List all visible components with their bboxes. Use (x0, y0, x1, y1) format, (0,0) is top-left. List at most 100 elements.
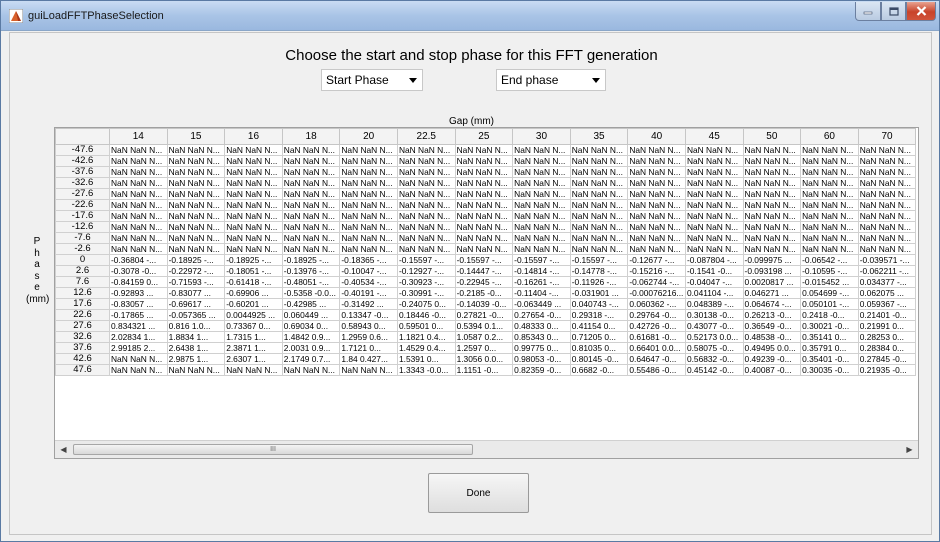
table-cell[interactable]: 2.02834 1... (109, 331, 168, 343)
table-cell[interactable]: 1.3343 -0.0... (396, 364, 456, 376)
table-cell[interactable]: -0.099975 ... (742, 254, 802, 266)
table-cell[interactable]: NaN NaN N... (569, 166, 629, 178)
table-cell[interactable]: NaN NaN N... (627, 232, 686, 244)
table-cell[interactable]: NaN NaN N... (396, 177, 456, 189)
table-cell[interactable]: -0.31492 ... (339, 298, 398, 310)
table-cell[interactable]: 0.58075 -0... (684, 342, 744, 354)
table-cell[interactable]: NaN NaN N... (684, 232, 744, 244)
table-cell[interactable]: NaN NaN N... (339, 155, 398, 167)
table-cell[interactable]: -0.3078 -0... (109, 265, 168, 277)
table-cell[interactable]: NaN NaN N... (569, 188, 629, 200)
minimize-button[interactable] (855, 2, 881, 21)
table-cell[interactable]: NaN NaN N... (396, 188, 456, 200)
horizontal-scrollbar[interactable]: ◀ III ▶ (55, 440, 918, 458)
table-cell[interactable]: NaN NaN N... (512, 177, 571, 189)
table-cell[interactable]: NaN NaN N... (339, 221, 398, 233)
table-cell[interactable]: -0.15216 -... (627, 265, 686, 277)
table-cell[interactable]: NaN NaN N... (800, 166, 859, 178)
table-cell[interactable]: 0.99775 0... (512, 342, 571, 354)
table-cell[interactable]: 0.35141 0... (800, 331, 859, 343)
table-cell[interactable]: 0.30035 -0... (800, 364, 859, 376)
table-cell[interactable]: NaN NaN N... (281, 199, 341, 211)
row-header-phase[interactable]: -22.6 (55, 199, 110, 211)
table-cell[interactable]: NaN NaN N... (512, 221, 571, 233)
table-cell[interactable]: NaN NaN N... (109, 243, 168, 255)
table-cell[interactable]: -0.18925 -... (166, 254, 226, 266)
table-cell[interactable]: NaN NaN N... (684, 221, 744, 233)
table-cell[interactable]: NaN NaN N... (109, 364, 168, 376)
table-cell[interactable]: -0.1541 -0... (684, 265, 744, 277)
table-cell[interactable]: 1.8834 1... (166, 331, 226, 343)
table-cell[interactable]: NaN NaN N... (800, 144, 859, 156)
table-cell[interactable]: NaN NaN N... (454, 210, 514, 222)
table-cell[interactable]: -0.10595 -... (800, 265, 859, 277)
table-cell[interactable]: 0.041104 -... (684, 287, 744, 299)
table-cell[interactable]: -0.22945 -... (454, 276, 514, 288)
maximize-button[interactable] (881, 2, 906, 21)
table-cell[interactable]: 0.55486 -0... (627, 364, 686, 376)
table-cell[interactable]: NaN NaN N... (339, 364, 398, 376)
table-cell[interactable]: 0.41154 0... (569, 320, 629, 332)
row-header-phase[interactable]: 0 (55, 254, 110, 266)
table-cell[interactable]: NaN NaN N... (742, 144, 802, 156)
table-cell[interactable]: NaN NaN N... (109, 144, 168, 156)
table-cell[interactable]: NaN NaN N... (109, 353, 168, 365)
table-cell[interactable]: NaN NaN N... (512, 144, 571, 156)
table-cell[interactable]: 0.5394 0.1... (454, 320, 514, 332)
table-cell[interactable]: -0.18925 -... (224, 254, 283, 266)
table-cell[interactable]: NaN NaN N... (281, 155, 341, 167)
table-cell[interactable]: 0.18446 -0... (396, 309, 456, 321)
table-cell[interactable]: NaN NaN N... (166, 144, 226, 156)
table-cell[interactable]: 0.45142 -0... (684, 364, 744, 376)
table-cell[interactable]: NaN NaN N... (569, 232, 629, 244)
table-cell[interactable]: 0.43077 -0... (684, 320, 744, 332)
table-cell[interactable]: 1.2959 0.6... (339, 331, 398, 343)
table-cell[interactable]: 0.42726 -0... (627, 320, 686, 332)
table-cell[interactable]: -0.062211 -... (857, 265, 917, 277)
table-cell[interactable]: -0.14814 -... (512, 265, 571, 277)
table-cell[interactable]: -0.16261 -... (512, 276, 571, 288)
title-bar[interactable]: guiLoadFFTPhaseSelection (1, 1, 939, 31)
table-cell[interactable]: -0.69617 ... (166, 298, 226, 310)
table-cell[interactable]: NaN NaN N... (224, 232, 283, 244)
table-cell[interactable]: NaN NaN N... (454, 155, 514, 167)
table-cell[interactable]: NaN NaN N... (166, 177, 226, 189)
table-cell[interactable]: 0.71205 0... (569, 331, 629, 343)
column-header-gap[interactable]: 20 (339, 128, 398, 145)
table-cell[interactable]: NaN NaN N... (454, 243, 514, 255)
table-cell[interactable]: NaN NaN N... (627, 210, 686, 222)
row-header-phase[interactable]: 47.6 (55, 364, 110, 376)
column-header-gap[interactable]: 40 (627, 128, 686, 145)
table-cell[interactable]: NaN NaN N... (569, 243, 629, 255)
table-cell[interactable]: -0.18365 -... (339, 254, 398, 266)
table-cell[interactable]: 0.21991 0... (857, 320, 917, 332)
table-cell[interactable]: 0.61681 -0... (627, 331, 686, 343)
table-cell[interactable]: 1.4842 0.9... (281, 331, 341, 343)
table-cell[interactable]: -0.15597 -... (512, 254, 571, 266)
table-cell[interactable]: NaN NaN N... (857, 243, 917, 255)
table-cell[interactable]: 0.85343 0... (512, 331, 571, 343)
table-cell[interactable]: 0.27845 -0... (857, 353, 917, 365)
row-header-phase[interactable]: -47.6 (55, 144, 110, 156)
table-cell[interactable]: 2.6307 1... (224, 353, 283, 365)
table-cell[interactable]: 1.1151 -0... (454, 364, 514, 376)
table-cell[interactable]: NaN NaN N... (742, 166, 802, 178)
table-cell[interactable]: -0.83077 ... (166, 287, 226, 299)
scroll-left-arrow-icon[interactable]: ◀ (55, 441, 72, 458)
table-cell[interactable]: NaN NaN N... (166, 232, 226, 244)
table-cell[interactable]: NaN NaN N... (800, 210, 859, 222)
table-cell[interactable]: NaN NaN N... (512, 166, 571, 178)
table-cell[interactable]: NaN NaN N... (166, 166, 226, 178)
table-cell[interactable]: NaN NaN N... (800, 199, 859, 211)
table-cell[interactable]: 0.30138 -0... (684, 309, 744, 321)
table-cell[interactable]: NaN NaN N... (684, 199, 744, 211)
table-cell[interactable]: NaN NaN N... (339, 177, 398, 189)
table-cell[interactable]: NaN NaN N... (857, 221, 917, 233)
table-cell[interactable]: NaN NaN N... (224, 144, 283, 156)
column-header-gap[interactable]: 15 (166, 128, 226, 145)
table-cell[interactable]: NaN NaN N... (396, 210, 456, 222)
scrollbar-thumb[interactable]: III (73, 444, 473, 455)
scroll-right-arrow-icon[interactable]: ▶ (901, 441, 918, 458)
table-cell[interactable]: NaN NaN N... (281, 144, 341, 156)
table-cell[interactable]: 0.062075 ... (857, 287, 917, 299)
